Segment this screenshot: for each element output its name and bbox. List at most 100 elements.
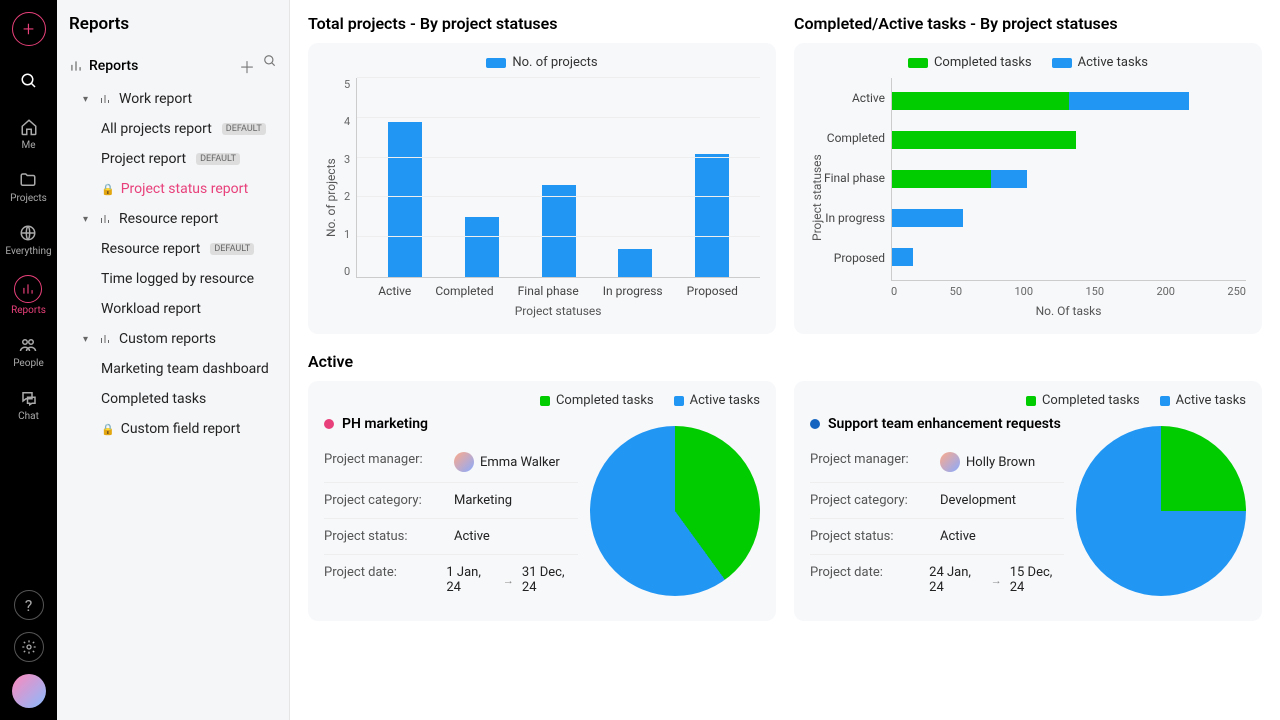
tree-item-project-status-report[interactable]: 🔒 Project status report (65, 174, 281, 204)
field-label: Project category: (810, 493, 940, 508)
nav-me[interactable]: Me (18, 116, 40, 151)
bar (695, 154, 729, 277)
nav-rail: + Me Projects Everything Reports People … (0, 0, 57, 720)
legend-label: Completed tasks (1042, 393, 1140, 408)
tree-item-project-report[interactable]: Project report DEFAULT (65, 144, 281, 174)
chart-icon (99, 333, 113, 345)
nav-projects-label: Projects (10, 193, 47, 204)
user-avatar[interactable] (12, 674, 46, 708)
x-tick-label: 0 (891, 285, 897, 298)
global-search-button[interactable] (12, 64, 46, 98)
hbar (892, 209, 1246, 227)
tree-item-time-logged-by-resource[interactable]: Time logged by resource (65, 264, 281, 294)
x-tick-label: 50 (950, 285, 962, 298)
create-button[interactable]: + (12, 12, 46, 46)
chart-icon (69, 59, 83, 73)
user-avatar-icon (940, 452, 960, 472)
x-tick-label: Completed (435, 284, 493, 298)
legend-label: Completed tasks (934, 55, 1032, 70)
project-title: PH marketing (324, 416, 578, 432)
nav-chat[interactable]: Chat (18, 387, 40, 422)
x-tick-label: In progress (603, 284, 663, 298)
chat-icon (18, 387, 40, 409)
add-report-button[interactable]: ＋ (239, 54, 255, 78)
field-value: Holly Brown (966, 455, 1035, 470)
x-tick-label: 100 (1014, 285, 1033, 298)
x-axis-label: Project statuses (356, 304, 760, 318)
date-to: 15 Dec, 24 (1010, 565, 1064, 595)
field-value: Active (940, 529, 976, 544)
nav-me-label: Me (21, 140, 35, 151)
nav-projects[interactable]: Projects (10, 169, 47, 204)
horizontal-bar-chart: Project statuses ActiveCompletedFinal ph… (810, 78, 1246, 318)
y-axis-label: No. of projects (324, 78, 338, 318)
hbar (892, 248, 1246, 266)
question-icon: ? (25, 596, 33, 615)
nav-people[interactable]: People (13, 334, 44, 369)
chevron-down-icon: ▾ (83, 334, 93, 345)
project-card-support-team: Completed tasks Active tasks Support tea… (794, 381, 1262, 621)
nav-everything[interactable]: Everything (5, 222, 51, 257)
legend-label: No. of projects (512, 55, 597, 70)
nav-reports-label: Reports (11, 305, 46, 316)
default-badge: DEFAULT (222, 123, 266, 135)
nav-people-label: People (13, 358, 44, 369)
tree-item-all-projects-report[interactable]: All projects report DEFAULT (65, 114, 281, 144)
tree-item-custom-field-report[interactable]: 🔒 Custom field report (65, 414, 281, 444)
tree-item-resource-report[interactable]: Resource report DEFAULT (65, 234, 281, 264)
default-badge: DEFAULT (196, 153, 240, 165)
widget-completed-active: Completed/Active tasks - By project stat… (794, 14, 1262, 334)
sidebar-root-label: Reports (89, 58, 138, 74)
x-tick-label: 150 (1085, 285, 1104, 298)
chart-icon (14, 275, 42, 303)
widget-total-projects: Total projects - By project statuses No.… (308, 14, 776, 334)
chart-legend: Completed tasks Active tasks (810, 55, 1246, 70)
tree-item-workload-report[interactable]: Workload report (65, 294, 281, 324)
project-title-label: PH marketing (342, 416, 428, 432)
tree-group-label: Resource report (119, 211, 218, 227)
nav-chat-label: Chat (18, 411, 39, 422)
tree-item-label: All projects report (101, 121, 212, 137)
help-button[interactable]: ? (14, 590, 44, 620)
tree-item-label: Marketing team dashboard (101, 361, 269, 377)
y-axis-ticks: 543210 (338, 78, 356, 278)
hbar (892, 92, 1246, 110)
widget-title: Completed/Active tasks - By project stat… (794, 14, 1262, 33)
tree-group-custom-reports[interactable]: ▾ Custom reports (65, 324, 281, 354)
y-tick-label: In progress (824, 211, 885, 225)
field-value: Marketing (454, 493, 512, 508)
search-icon (20, 72, 38, 90)
tree-item-marketing-team-dashboard[interactable]: Marketing team dashboard (65, 354, 281, 384)
tree-item-label: Time logged by resource (101, 271, 254, 287)
legend-label: Active tasks (690, 393, 760, 408)
tree-group-label: Work report (119, 91, 192, 107)
tree-item-completed-tasks[interactable]: Completed tasks (65, 384, 281, 414)
reports-sidebar: Reports Reports ＋ ▾ Work report All proj… (57, 0, 290, 720)
hbar (892, 170, 1246, 188)
chart-icon (99, 93, 113, 105)
date-to: 31 Dec, 24 (522, 565, 578, 595)
settings-button[interactable] (14, 632, 44, 662)
home-icon (18, 116, 40, 138)
x-tick-label: 200 (1156, 285, 1175, 298)
lock-icon: 🔒 (101, 423, 115, 436)
field-label: Project manager: (324, 452, 454, 472)
bar (542, 185, 576, 277)
field-label: Project date: (810, 565, 929, 595)
tree-item-label: Workload report (101, 301, 201, 317)
field-label: Project date: (324, 565, 446, 595)
folder-icon (17, 169, 39, 191)
gear-icon (21, 639, 37, 655)
arrow-right-icon: → (991, 574, 1002, 587)
sidebar-root[interactable]: Reports (69, 58, 138, 74)
tree-group-resource-report[interactable]: ▾ Resource report (65, 204, 281, 234)
project-card-ph-marketing: Completed tasks Active tasks PH marketin… (308, 381, 776, 621)
tree-group-work-report[interactable]: ▾ Work report (65, 84, 281, 114)
nav-reports[interactable]: Reports (11, 275, 46, 316)
search-reports-button[interactable] (263, 54, 277, 78)
chart-legend: Completed tasks Active tasks (810, 393, 1246, 408)
arrow-right-icon: → (503, 574, 514, 587)
x-tick-label: Final phase (518, 284, 579, 298)
chart-plot-area (356, 78, 760, 278)
field-label: Project status: (324, 529, 454, 544)
